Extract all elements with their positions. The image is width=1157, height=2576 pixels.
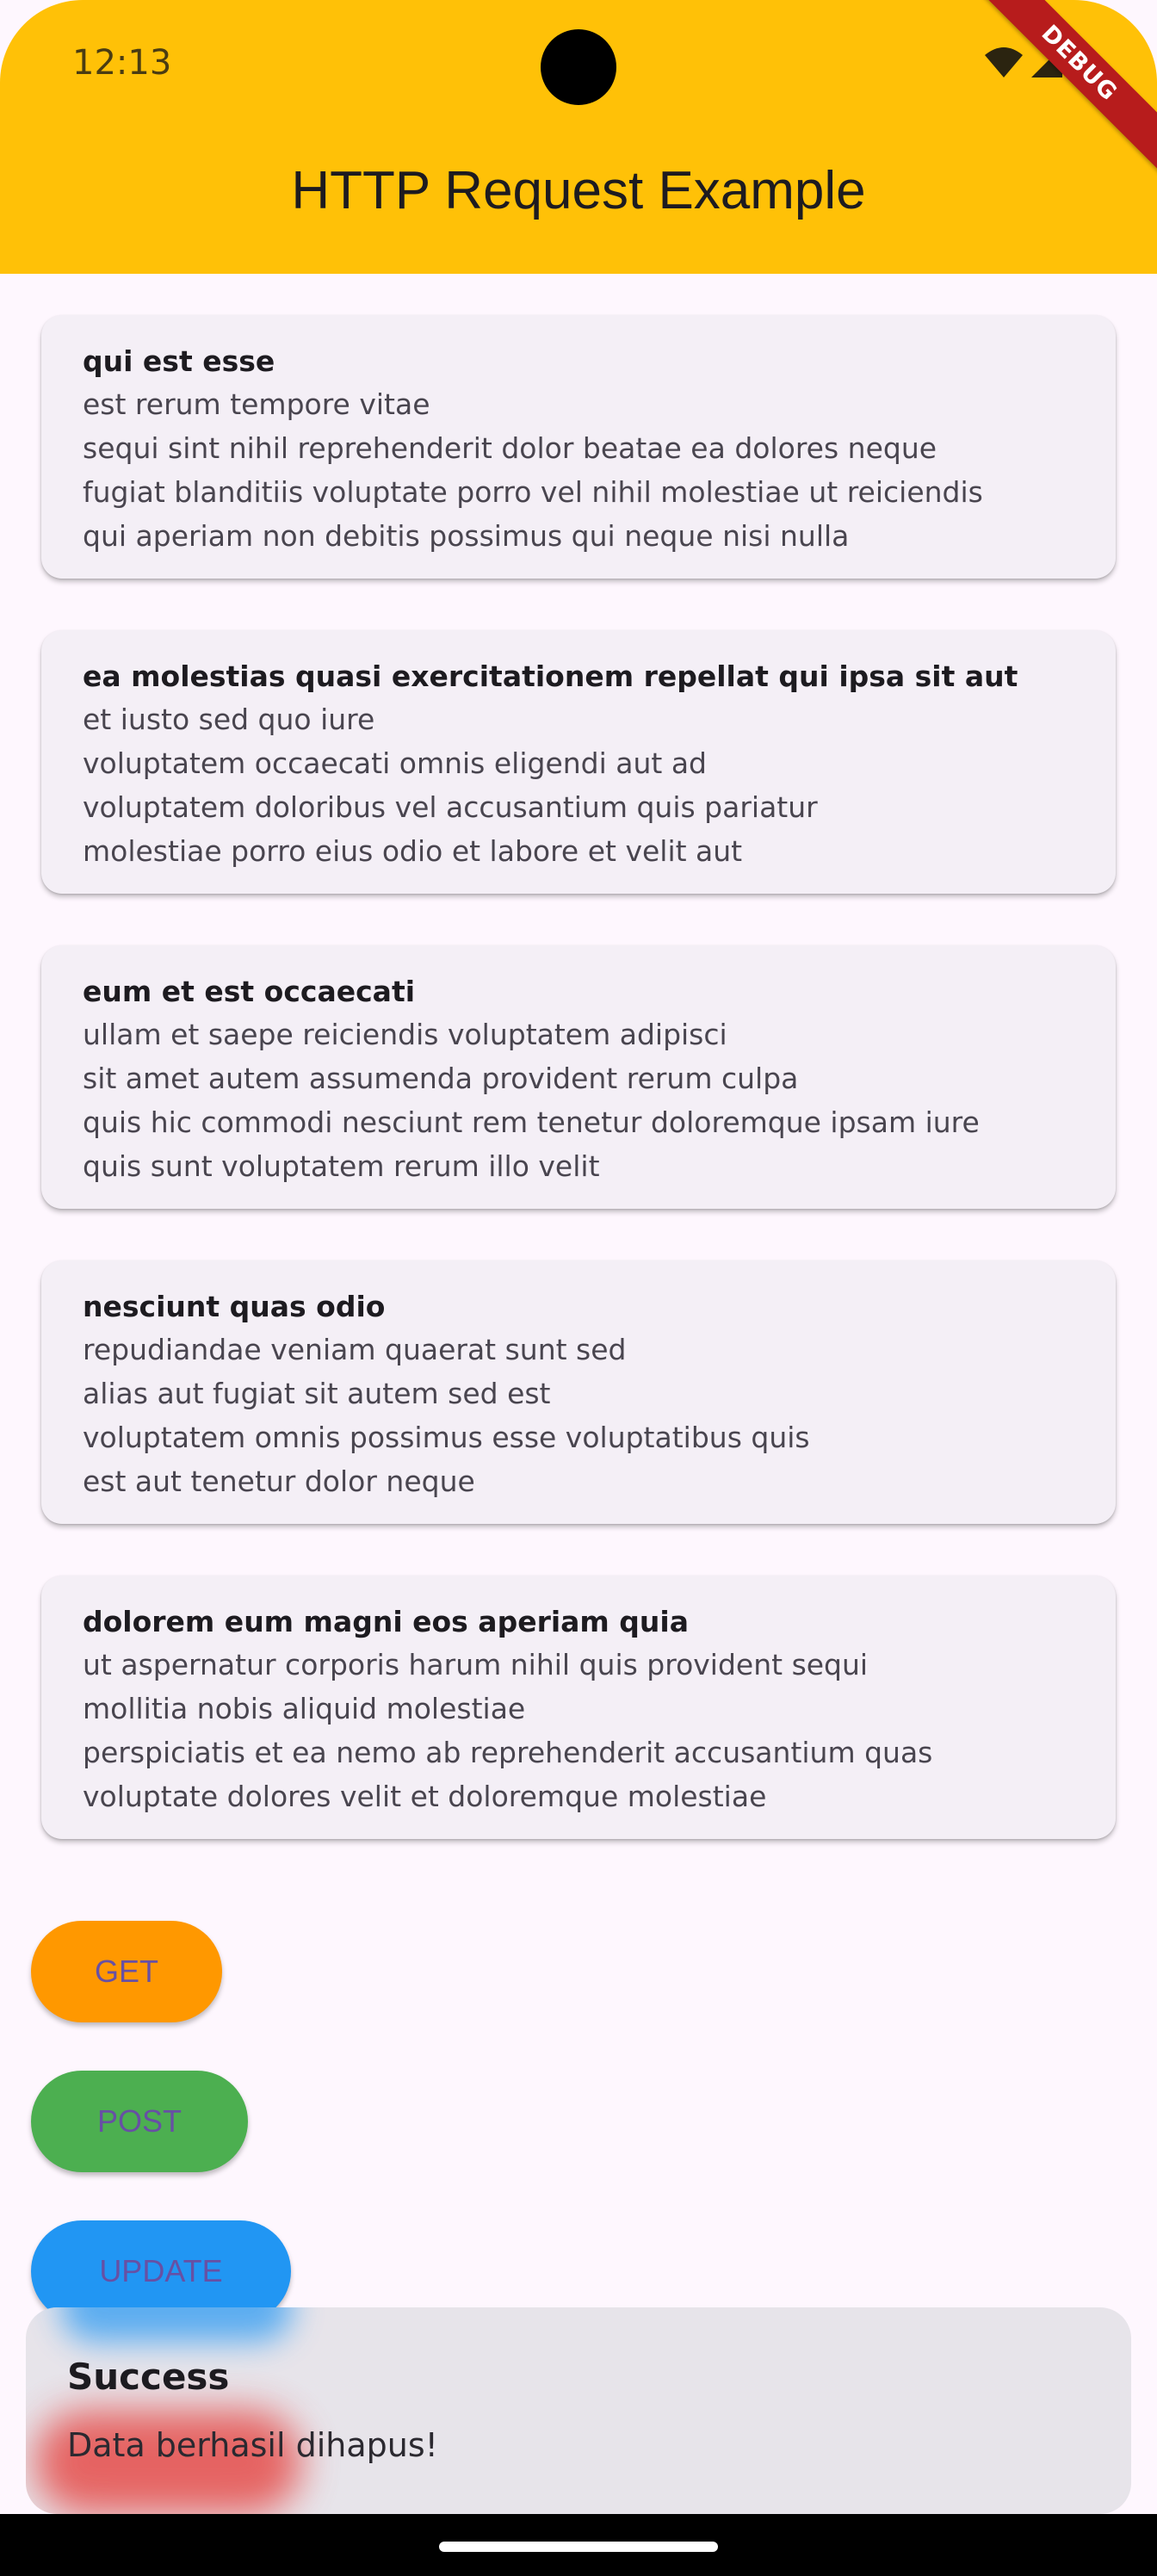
post-body: ullam et saepe reiciendis voluptatem adi… <box>83 1018 980 1183</box>
post-card: dolorem eum magni eos aperiam quia ut as… <box>41 1576 1116 1839</box>
camera-cutout <box>541 29 616 105</box>
debug-banner: DEBUG <box>968 0 1157 175</box>
snackbar-message: Data berhasil dihapus! <box>67 2426 438 2464</box>
app-bar: 12:13 DEBUG HTTP Request Example <box>0 0 1157 274</box>
post-title: nesciunt quas odio <box>83 1290 386 1323</box>
app-screen: 12:13 DEBUG HTTP Request Example qui est… <box>0 0 1157 2576</box>
blurred-button-shadow <box>60 2307 293 2342</box>
page-title: HTTP Request Example <box>291 161 866 220</box>
status-time: 12:13 <box>72 43 172 83</box>
post-card: nesciunt quas odio repudiandae veniam qu… <box>41 1260 1116 1524</box>
post-title: dolorem eum magni eos aperiam quia <box>83 1605 690 1638</box>
wifi-icon <box>985 47 1023 77</box>
post-body: ut aspernatur corporis harum nihil quis … <box>83 1648 933 1813</box>
snackbar-title: Success <box>67 2356 230 2398</box>
post-body: est rerum tempore vitae sequi sint nihil… <box>83 387 983 553</box>
post-body: et iusto sed quo iure voluptatem occaeca… <box>83 703 818 868</box>
home-gesture-handle[interactable] <box>439 2542 718 2552</box>
get-button[interactable]: GET <box>31 1921 222 2022</box>
snackbar: Success Data berhasil dihapus! <box>26 2307 1131 2514</box>
post-card: ea molestias quasi exercitationem repell… <box>41 630 1116 894</box>
post-button[interactable]: POST <box>31 2071 248 2172</box>
post-body: repudiandae veniam quaerat sunt sed alia… <box>83 1333 810 1498</box>
post-title: ea molestias quasi exercitationem repell… <box>83 659 1018 693</box>
post-title: eum et est occaecati <box>83 975 416 1008</box>
post-card: qui est esse est rerum tempore vitae seq… <box>41 315 1116 579</box>
post-card: eum et est occaecati ullam et saepe reic… <box>41 945 1116 1209</box>
post-title: qui est esse <box>83 344 275 378</box>
